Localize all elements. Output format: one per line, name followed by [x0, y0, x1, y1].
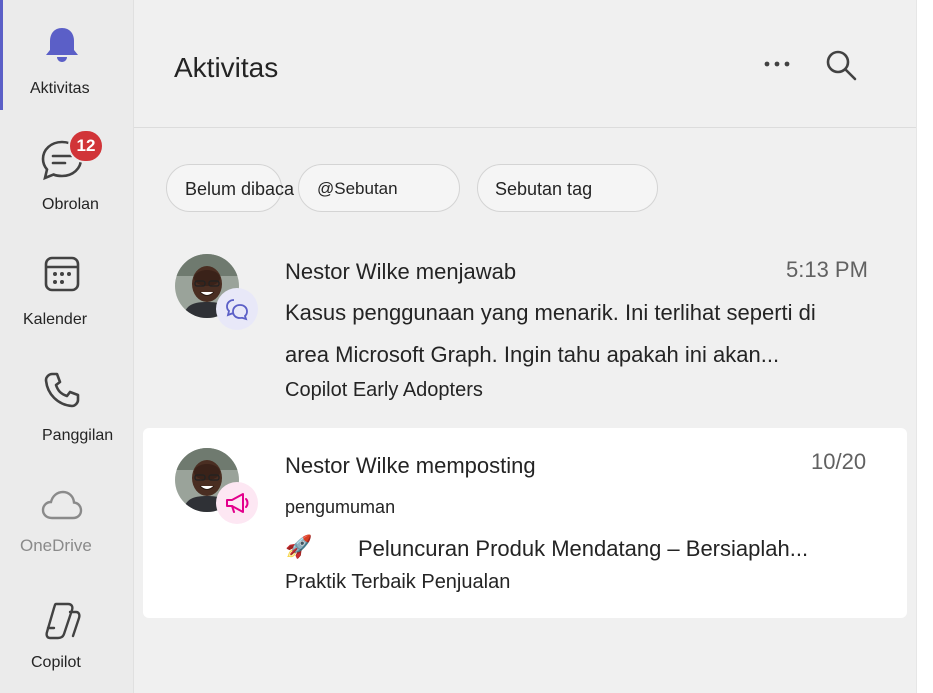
- more-options-button[interactable]: [761, 50, 793, 78]
- announcement-label: pengumuman: [285, 497, 396, 517]
- rail-item-calendar[interactable]: Kalender: [0, 244, 133, 344]
- rail-label-chat: Obrolan: [42, 196, 99, 213]
- filter-mentions-label: @Sebutan: [317, 179, 398, 198]
- filter-unread[interactable]: Belum dibaca: [166, 164, 294, 212]
- bell-icon: [40, 22, 84, 66]
- megaphone-icon: [216, 482, 258, 524]
- rail-label-activity: Aktivitas: [30, 80, 90, 97]
- activity-title: Nestor Wilke memposting: [285, 453, 536, 478]
- activity-title: Nestor Wilke menjawab: [285, 259, 517, 284]
- rail-label-calendar: Kalender: [23, 311, 88, 328]
- right-edge: [916, 0, 933, 693]
- page-title: Aktivitas: [174, 52, 279, 83]
- cloud-icon: [40, 484, 84, 528]
- rail-label-calls: Panggilan: [42, 427, 114, 444]
- activity-preview-line2: area Microsoft Graph. Ingin tahu apakah …: [285, 342, 780, 367]
- filter-mentions[interactable]: @Sebutan: [298, 164, 460, 212]
- search-icon: [826, 50, 857, 81]
- activity-time: 5:13 PM: [786, 257, 868, 282]
- copilot-icon: [40, 598, 84, 642]
- rail-label-copilot: Copilot: [31, 654, 81, 671]
- filter-unread-label: Belum dibaca: [185, 179, 295, 199]
- activity-channel: Copilot Early Adopters: [285, 379, 483, 401]
- rail-item-copilot[interactable]: Copilot: [0, 592, 133, 692]
- activity-header: Aktivitas: [134, 0, 916, 128]
- rail-item-chat[interactable]: Obrolan: [0, 128, 133, 228]
- activity-item[interactable]: Nestor Wilke menjawab 5:13 PM Kasus peng…: [143, 236, 907, 416]
- more-icon: [764, 61, 790, 67]
- rail-item-calls[interactable]: Panggilan: [0, 360, 133, 460]
- filter-tag-mentions-label: Sebutan tag: [495, 179, 593, 199]
- rail-item-activity[interactable]: Aktivitas: [0, 10, 133, 110]
- calendar-icon: [40, 252, 84, 296]
- activity-preview-line1: Kasus penggunaan yang menarik. Ini terli…: [285, 300, 816, 325]
- unread-badge: 12: [68, 129, 104, 163]
- rail-label-onedrive: OneDrive: [20, 536, 92, 555]
- filter-tag-mentions[interactable]: Sebutan tag: [477, 164, 658, 212]
- rocket-emoji: 🚀: [285, 534, 313, 559]
- app-rail: Aktivitas Obrolan 12 Kalender Panggilan …: [0, 0, 134, 693]
- activity-time: 10/20: [811, 449, 867, 474]
- phone-icon: [40, 368, 84, 412]
- rail-item-onedrive[interactable]: OneDrive: [0, 478, 133, 578]
- activity-item[interactable]: Nestor Wilke memposting 10/20 pengumuman…: [143, 428, 907, 618]
- search-button[interactable]: [824, 48, 858, 82]
- activity-channel: Praktik Terbaik Penjualan: [285, 571, 511, 593]
- reply-icon: [216, 288, 258, 330]
- announcement-headline: Peluncuran Produk Mendatang – Bersiaplah…: [358, 536, 809, 561]
